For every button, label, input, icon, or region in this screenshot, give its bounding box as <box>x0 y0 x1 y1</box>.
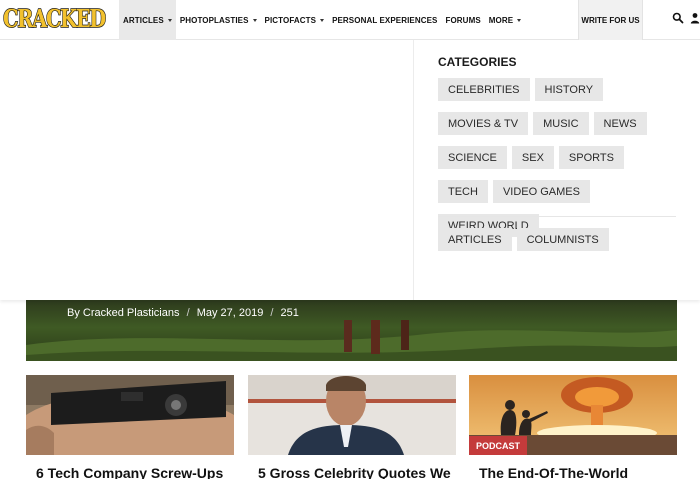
article-title[interactable]: 6 Tech Company Screw-Ups <box>36 465 223 479</box>
article-title[interactable]: 5 Gross Celebrity Quotes We <box>258 465 451 479</box>
categories-heading: CATEGORIES <box>438 55 517 69</box>
category-tag-tech[interactable]: TECH <box>438 180 488 203</box>
article-card[interactable]: 5 Gross Celebrity Quotes We <box>248 375 456 479</box>
nav-label: FORUMS <box>445 15 481 25</box>
article-card[interactable]: 6 Tech Company Screw-Ups <box>26 375 234 479</box>
hero-image <box>26 320 677 361</box>
cracked-logo[interactable]: CRACKED <box>2 4 106 32</box>
write-for-us-button[interactable]: WRITE FOR US <box>578 0 643 40</box>
nav-item-articles[interactable]: ARTICLES <box>119 0 176 40</box>
main-nav: ARTICLES PHOTOPLASTIES PICTOFACTS PERSON… <box>119 0 525 40</box>
nav-label: PHOTOPLASTIES <box>179 15 249 25</box>
articles-dropdown-menu: CATEGORIES CELEBRITIES HISTORY MOVIES & … <box>0 40 700 300</box>
tag-columnists[interactable]: COLUMNISTS <box>516 228 609 251</box>
meta-separator: / <box>186 307 190 319</box>
dropdown-blank-panel <box>0 40 414 300</box>
category-tag-celebrities[interactable]: CELEBRITIES <box>438 78 530 101</box>
user-icon[interactable] <box>690 12 700 24</box>
nav-item-photoplasties[interactable]: PHOTOPLASTIES <box>176 0 261 40</box>
category-tag-music[interactable]: MUSIC <box>533 112 589 135</box>
top-navigation-bar: CRACKED ARTICLES PHOTOPLASTIES PICTOFACT… <box>0 0 700 40</box>
category-tag-sports[interactable]: SPORTS <box>558 146 624 169</box>
logo-graphic: CRACKED <box>2 4 106 32</box>
category-tag-sex[interactable]: SEX <box>511 146 554 169</box>
nav-label: MORE <box>488 15 514 25</box>
logo-text: CRACKED <box>3 4 106 32</box>
chevron-down-icon <box>252 18 257 22</box>
article-card[interactable]: PODCAST The End-Of-The-World <box>469 375 677 479</box>
chevron-down-icon <box>517 18 522 22</box>
category-tag-video-games[interactable]: VIDEO GAMES <box>492 180 590 203</box>
category-tag-science[interactable]: SCIENCE <box>438 146 507 169</box>
tag-articles[interactable]: ARTICLES <box>438 228 512 251</box>
secondary-tag-list: ARTICLES COLUMNISTS <box>438 228 609 251</box>
article-date: May 27, 2019 <box>196 307 264 319</box>
nav-item-more[interactable]: MORE <box>485 0 525 40</box>
category-tag-list: CELEBRITIES HISTORY MOVIES & TV MUSIC NE… <box>438 78 676 237</box>
article-thumbnail <box>26 375 234 455</box>
category-tag-movies-tv[interactable]: MOVIES & TV <box>438 112 529 135</box>
comment-count[interactable]: 251 <box>281 307 299 319</box>
nav-item-pictofacts[interactable]: PICTOFACTS <box>261 0 329 40</box>
category-tag-news[interactable]: NEWS <box>593 112 647 135</box>
nav-label: PICTOFACTS <box>264 15 317 25</box>
chevron-down-icon <box>167 18 172 22</box>
article-title[interactable]: The End-Of-The-World <box>479 465 628 479</box>
nav-label: PERSONAL EXPERIENCES <box>332 15 438 25</box>
nav-item-personal-experiences[interactable]: PERSONAL EXPERIENCES <box>328 0 441 40</box>
podcast-badge: PODCAST <box>469 436 528 455</box>
featured-article-hero[interactable]: By Cracked Plasticians / May 27, 2019 / … <box>26 300 677 361</box>
article-author[interactable]: By Cracked Plasticians <box>67 307 180 319</box>
category-tag-history[interactable]: HISTORY <box>534 78 604 101</box>
article-thumbnail <box>248 375 456 455</box>
meta-separator: / <box>270 307 274 319</box>
chevron-down-icon <box>320 18 325 22</box>
dropdown-divider <box>438 216 676 217</box>
article-meta: By Cracked Plasticians / May 27, 2019 / … <box>67 307 303 319</box>
search-icon[interactable] <box>672 12 684 24</box>
nav-label: ARTICLES <box>123 15 164 25</box>
nav-item-forums[interactable]: FORUMS <box>442 0 485 40</box>
